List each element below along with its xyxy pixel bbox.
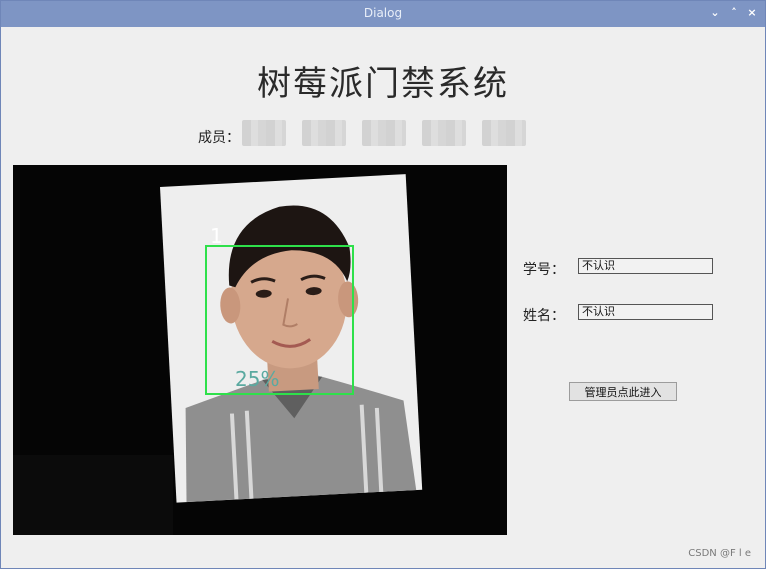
- maximize-icon[interactable]: ˄: [727, 6, 741, 20]
- admin-enter-button[interactable]: 管理员点此进入: [569, 382, 677, 401]
- title-bar[interactable]: Dialog ⌄ ˄ ×: [1, 1, 765, 27]
- members-label: 成员：: [198, 130, 240, 146]
- face-detection-box: [205, 245, 354, 395]
- window-title: Dialog: [363, 6, 403, 20]
- member-name-redacted: [242, 120, 286, 146]
- name-field[interactable]: 不认识: [578, 304, 713, 320]
- dialog-window: Dialog ⌄ ˄ × 树莓派门禁系统 成员： 1 25% 学号： 不认识 姓…: [0, 0, 766, 569]
- face-id-label: 1: [210, 224, 223, 248]
- name-label: 姓名：: [523, 308, 565, 324]
- watermark: CSDN @F l e: [688, 548, 751, 559]
- student-id-label: 学号：: [523, 262, 565, 278]
- face-confidence-label: 25%: [235, 367, 280, 391]
- app-title: 树莓派门禁系统: [257, 64, 509, 104]
- member-name-redacted: [362, 120, 406, 146]
- close-icon[interactable]: ×: [745, 6, 759, 20]
- student-id-field[interactable]: 不认识: [578, 258, 713, 274]
- minimize-icon[interactable]: ⌄: [708, 6, 722, 20]
- member-name-redacted: [302, 120, 346, 146]
- member-name-redacted: [422, 120, 466, 146]
- member-name-redacted: [482, 120, 526, 146]
